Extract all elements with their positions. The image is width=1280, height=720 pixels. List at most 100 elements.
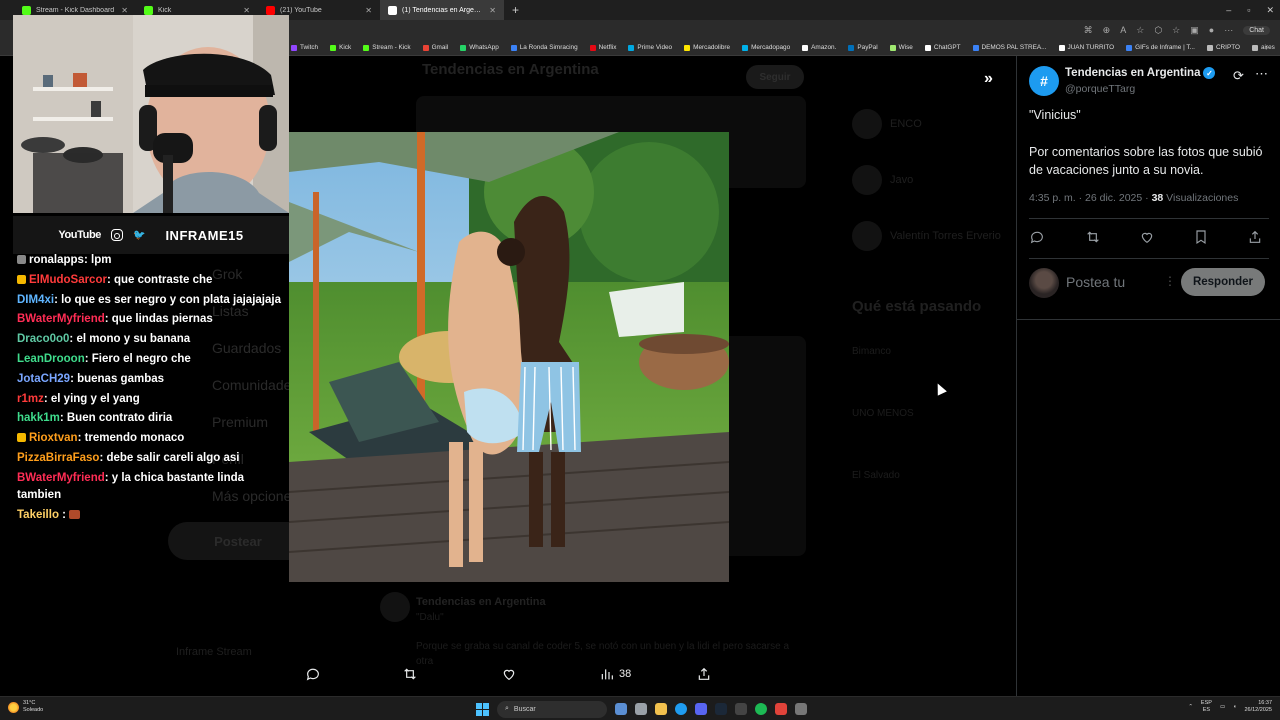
chat-text: : bbox=[58, 509, 70, 522]
chat-username[interactable]: LeanDrooon bbox=[17, 353, 85, 365]
tweet-body: Por comentarios sobre las fotos que subi… bbox=[1029, 145, 1263, 177]
clock[interactable]: 16:37 26/12/2025 bbox=[1244, 700, 1272, 714]
tab-favicon-icon bbox=[144, 5, 153, 15]
panel-share-button[interactable] bbox=[1247, 229, 1263, 250]
file-explorer-icon[interactable] bbox=[655, 703, 667, 715]
views-action[interactable]: 38 bbox=[599, 666, 631, 682]
tab-close-icon[interactable]: ✕ bbox=[365, 6, 372, 15]
bookmark-item[interactable]: Stream - Kick bbox=[357, 44, 416, 51]
tab-close-icon[interactable]: ✕ bbox=[489, 6, 496, 15]
reply-input[interactable]: Postea tu bbox=[1066, 274, 1125, 290]
panel-like-button[interactable] bbox=[1139, 229, 1155, 250]
bookmark-item[interactable]: La Ronda Simracing bbox=[505, 44, 584, 51]
bookmark-favicon-icon bbox=[510, 44, 517, 51]
bookmark-item[interactable]: aires bbox=[1246, 44, 1280, 51]
chat-username[interactable]: ElMudoSarcor bbox=[29, 274, 107, 286]
bg-post-button: Postear bbox=[168, 522, 308, 560]
browser-tab[interactable]: (1) Tendencias en Argentina (@po ✕ bbox=[380, 0, 504, 20]
chat-username[interactable]: BWaterMyfriend bbox=[17, 472, 105, 484]
bookmark-item[interactable]: Mercadopago bbox=[736, 44, 796, 51]
tweet-photo[interactable] bbox=[289, 132, 729, 582]
like-action[interactable] bbox=[501, 666, 517, 682]
zoom-icon[interactable]: ⊕ bbox=[1103, 25, 1111, 36]
network-icon[interactable]: ▭ bbox=[1220, 704, 1225, 710]
discord-icon[interactable] bbox=[695, 703, 707, 715]
bookmark-item[interactable]: Twitch bbox=[285, 44, 324, 51]
more-options-icon[interactable]: ⋯ bbox=[1255, 66, 1269, 82]
language-indicator[interactable]: ESP ES bbox=[1201, 700, 1212, 714]
edge-browser-icon[interactable] bbox=[675, 703, 687, 715]
app-icon[interactable] bbox=[735, 703, 747, 715]
bookmark-item[interactable]: Netflix bbox=[584, 44, 623, 51]
favorites-icon[interactable]: ☆ bbox=[1172, 25, 1180, 36]
profile-icon[interactable]: ● bbox=[1209, 25, 1214, 35]
chat-badge-icon bbox=[17, 274, 26, 284]
extensions-icon[interactable]: ⬡ bbox=[1154, 25, 1162, 36]
chat-username[interactable]: PizzaBirraFaso bbox=[17, 452, 99, 464]
tab-close-icon[interactable]: ✕ bbox=[121, 6, 128, 15]
favorite-star-icon[interactable]: ☆ bbox=[1136, 25, 1144, 36]
windows-start-icon[interactable] bbox=[476, 702, 489, 716]
bookmarks-overflow-icon[interactable]: › bbox=[1265, 43, 1268, 52]
reply-action[interactable] bbox=[305, 666, 321, 682]
menu-icon[interactable]: ··· bbox=[1224, 25, 1233, 35]
chat-username[interactable]: Takeillo bbox=[17, 509, 59, 521]
tray-chevron-icon[interactable]: ⌃ bbox=[1188, 704, 1193, 710]
panel-reply-button[interactable] bbox=[1029, 229, 1045, 250]
bookmark-item[interactable]: Prime Video bbox=[622, 44, 678, 51]
author-handle[interactable]: @porqueTTarg bbox=[1065, 83, 1135, 95]
author-name-row[interactable]: Tendencias en Argentina ✓ bbox=[1065, 67, 1216, 79]
bookmark-item[interactable]: Kick bbox=[324, 44, 357, 51]
chat-username[interactable]: hakk1m bbox=[17, 412, 60, 424]
chat-username[interactable]: BWaterMyfriend bbox=[17, 313, 105, 325]
bookmark-item[interactable]: GIFs de Inframe | T... bbox=[1120, 44, 1201, 51]
tweet-timestamp[interactable]: 4:35 p. m. · 26 dic. 2025 · bbox=[1029, 192, 1152, 204]
chat-username[interactable]: r1mz bbox=[17, 393, 44, 405]
panel-bookmark-button[interactable] bbox=[1193, 229, 1209, 250]
my-avatar[interactable] bbox=[1029, 268, 1059, 298]
repost-action[interactable] bbox=[402, 666, 418, 682]
widgets-app-icon[interactable] bbox=[615, 703, 627, 715]
chat-username[interactable]: ronalapps bbox=[29, 254, 84, 266]
bookmark-item[interactable]: Gmail bbox=[417, 44, 455, 51]
tab-close-icon[interactable]: ✕ bbox=[243, 6, 250, 15]
weather-widget[interactable]: 31°C Soleado bbox=[8, 700, 43, 714]
streamer-webcam bbox=[13, 15, 289, 213]
bookmark-item[interactable]: Mercadolibre bbox=[678, 44, 736, 51]
bookmark-item[interactable]: Wise bbox=[884, 44, 919, 51]
volume-icon[interactable]: ◖ bbox=[1233, 704, 1236, 710]
grok-icon[interactable]: ⟳ bbox=[1233, 68, 1244, 84]
chat-username[interactable]: Rioxtvan bbox=[29, 432, 78, 444]
task-view-icon[interactable] bbox=[635, 703, 647, 715]
chat-button[interactable]: Chat bbox=[1243, 25, 1270, 35]
collections-icon[interactable]: ▣ bbox=[1190, 25, 1199, 36]
maximize-button[interactable]: ▫ bbox=[1247, 5, 1250, 15]
bookmark-item[interactable]: JUAN TURRITO bbox=[1053, 44, 1121, 51]
chat-username[interactable]: DIM4xi bbox=[17, 294, 54, 306]
close-window-button[interactable]: ✕ bbox=[1266, 5, 1274, 16]
spotify-icon[interactable] bbox=[755, 703, 767, 715]
reply-submit-button[interactable]: Responder bbox=[1181, 268, 1265, 296]
collapse-panel-icon[interactable]: » bbox=[984, 70, 993, 88]
share-action[interactable] bbox=[696, 666, 712, 682]
bookmark-item[interactable]: ChatGPT bbox=[919, 44, 967, 51]
steam-icon[interactable] bbox=[715, 703, 727, 715]
minimize-button[interactable]: – bbox=[1226, 5, 1231, 15]
bookmark-item[interactable]: CRIPTO bbox=[1201, 44, 1246, 51]
bookmark-item[interactable]: PayPal bbox=[842, 44, 883, 51]
author-name[interactable]: Tendencias en Argentina bbox=[1065, 67, 1200, 79]
bookmark-item[interactable]: WhatsApp bbox=[454, 44, 504, 51]
panel-repost-button[interactable] bbox=[1085, 229, 1101, 250]
app-icon-2[interactable] bbox=[795, 703, 807, 715]
obs-app-icon[interactable] bbox=[775, 703, 787, 715]
chat-username[interactable]: Draco0o0 bbox=[17, 333, 69, 345]
chat-username[interactable]: JotaCH29 bbox=[17, 373, 70, 385]
taskbar-search[interactable]: ⌕ Buscar bbox=[497, 700, 607, 718]
new-tab-button[interactable]: + bbox=[504, 3, 527, 17]
read-aloud-icon[interactable]: A bbox=[1120, 25, 1126, 35]
author-avatar[interactable]: # bbox=[1029, 66, 1059, 96]
translate-icon[interactable]: ⌘ bbox=[1084, 25, 1093, 36]
bookmark-favicon-icon bbox=[1206, 44, 1213, 51]
bookmark-item[interactable]: DEMOS PAL STREA... bbox=[967, 44, 1053, 51]
bookmark-item[interactable]: Amazon. bbox=[796, 44, 842, 51]
